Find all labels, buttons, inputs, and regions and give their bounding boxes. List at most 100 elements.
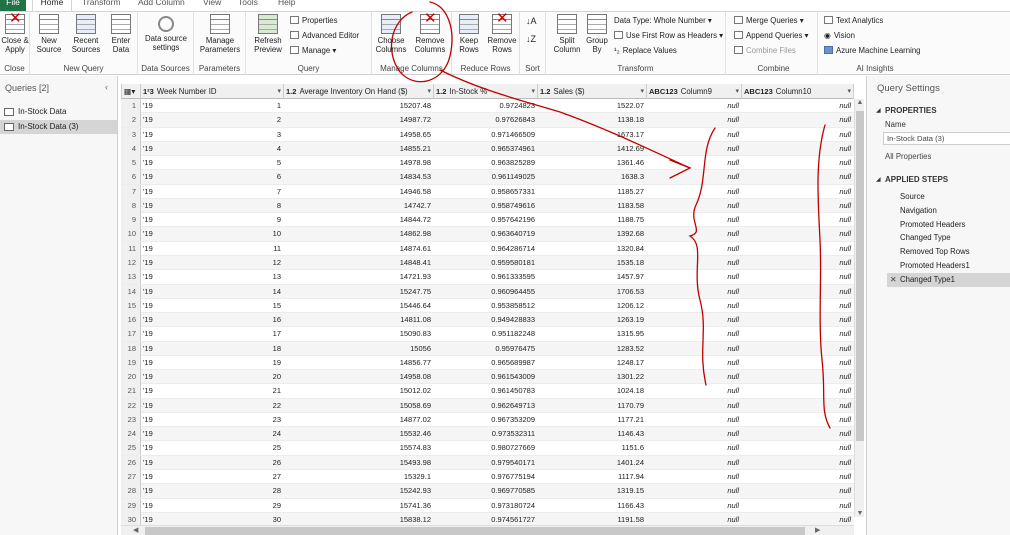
table-row[interactable]: 1'19 1 15207.48 0.9724823 1522.07 null null <box>121 99 854 114</box>
row-number[interactable]: 5 <box>121 156 141 171</box>
tab-help[interactable]: Help <box>278 0 295 11</box>
table-row[interactable]: 6'19 6 14834.53 0.961149025 1638.3 null null <box>121 170 854 185</box>
table-cell[interactable]: 0.965689987 <box>434 356 538 370</box>
table-cell[interactable]: 25 <box>166 441 284 455</box>
table-cell[interactable]: null <box>647 128 742 142</box>
table-cell[interactable]: 14978.98 <box>284 156 434 170</box>
append-queries-dropdown[interactable]: Append Queries ▾ <box>734 31 808 41</box>
table-cell[interactable]: 15090.83 <box>284 327 434 341</box>
data-source-settings-button[interactable]: Data source settings <box>142 14 190 52</box>
applied-step[interactable]: Promoted Headers <box>887 218 1010 232</box>
sort-descending-icon[interactable]: ↓Z <box>526 34 536 44</box>
row-number[interactable]: 11 <box>121 241 141 256</box>
applied-step[interactable]: ✕ Changed Type1 <box>887 272 1010 287</box>
table-cell[interactable]: '19 <box>142 113 166 127</box>
table-cell[interactable]: '19 <box>142 356 166 370</box>
table-cell[interactable]: null <box>647 142 742 156</box>
row-number[interactable]: 12 <box>121 255 141 270</box>
table-cell[interactable]: null <box>742 156 854 170</box>
table-cell[interactable]: 8 <box>166 199 284 213</box>
row-number[interactable]: 19 <box>121 355 141 370</box>
scroll-down-icon[interactable]: ▼ <box>855 510 865 517</box>
table-cell[interactable]: '19 <box>142 285 166 299</box>
table-cell[interactable]: 14834.53 <box>284 170 434 184</box>
table-row[interactable]: 27'19 27 15329.1 0.976775194 1117.94 null null <box>121 470 854 485</box>
row-number[interactable]: 29 <box>121 498 141 513</box>
table-row[interactable]: 12'19 12 14848.41 0.959580181 1535.18 null nul… <box>121 255 854 271</box>
column-type-icon[interactable]: ABC123 <box>649 87 678 96</box>
table-cell[interactable]: 1412.69 <box>538 142 647 156</box>
row-number[interactable]: 22 <box>121 398 141 413</box>
row-number[interactable]: 10 <box>121 227 141 242</box>
table-cell[interactable]: 0.971466509 <box>434 128 538 142</box>
column-header[interactable]: 1.2 Average Inventory On Hand ($) ▾ <box>284 84 434 99</box>
refresh-preview-button[interactable]: Refresh Preview <box>250 14 286 54</box>
row-number[interactable]: 15 <box>121 298 141 313</box>
combine-files-button[interactable]: Combine Files <box>734 46 796 56</box>
table-cell[interactable]: null <box>742 470 854 484</box>
table-cell[interactable]: 1024.18 <box>538 384 647 398</box>
table-cell[interactable]: 0.976775194 <box>434 470 538 484</box>
table-cell[interactable]: 0.979540171 <box>434 456 538 470</box>
scrollbar-thumb[interactable] <box>145 527 805 535</box>
tab-transform[interactable]: Transform <box>82 0 120 11</box>
query-item[interactable]: In-Stock Data <box>0 105 117 119</box>
table-cell[interactable]: '19 <box>142 370 166 384</box>
table-cell[interactable]: 14856.77 <box>284 356 434 370</box>
row-number[interactable]: 20 <box>121 370 141 385</box>
table-cell[interactable]: '19 <box>142 142 166 156</box>
table-cell[interactable]: null <box>742 285 854 299</box>
table-cell[interactable]: 14844.72 <box>284 213 434 227</box>
column-header[interactable]: 1.2 In-Stock % ▾ <box>434 84 538 99</box>
table-cell[interactable]: 0.958657331 <box>434 185 538 199</box>
table-cell[interactable]: 20 <box>166 370 284 384</box>
table-cell[interactable]: 0.951182248 <box>434 327 538 341</box>
tab-home[interactable]: Home <box>32 0 72 11</box>
table-cell[interactable]: null <box>742 370 854 384</box>
table-cell[interactable]: '19 <box>142 441 166 455</box>
table-cell[interactable]: 0.969770585 <box>434 484 538 498</box>
table-cell[interactable]: 15574.83 <box>284 441 434 455</box>
table-cell[interactable]: 0.959580181 <box>434 256 538 270</box>
table-cell[interactable]: null <box>742 113 854 127</box>
table-cell[interactable]: 1638.3 <box>538 170 647 184</box>
row-number[interactable]: 2 <box>121 113 141 128</box>
table-cell[interactable]: '19 <box>142 213 166 227</box>
table-row[interactable]: 26'19 26 15493.98 0.979540171 1401.24 null nul… <box>121 455 854 471</box>
table-row[interactable]: 16'19 16 14811.08 0.949428833 1263.19 null nul… <box>121 313 854 328</box>
table-cell[interactable]: null <box>742 313 854 327</box>
table-cell[interactable]: 0.973532311 <box>434 427 538 441</box>
table-cell[interactable]: 1535.18 <box>538 256 647 270</box>
table-cell[interactable]: null <box>647 156 742 170</box>
table-cell[interactable]: 1177.21 <box>538 413 647 427</box>
query-item-selected[interactable]: In-Stock Data (3) <box>0 120 117 134</box>
close-apply-button[interactable]: ✕ Close & Apply <box>1 11 29 54</box>
table-cell[interactable]: 17 <box>166 327 284 341</box>
table-row[interactable]: 23'19 23 14877.02 0.967353209 1177.21 null nul… <box>121 412 854 428</box>
table-cell[interactable]: null <box>742 99 854 113</box>
table-cell[interactable]: 1673.17 <box>538 128 647 142</box>
recent-sources-button[interactable]: Recent Sources <box>68 14 104 54</box>
table-cell[interactable]: 14958.08 <box>284 370 434 384</box>
table-cell[interactable]: 26 <box>166 456 284 470</box>
table-row[interactable]: 15'19 15 15446.64 0.953858512 1206.12 null nul… <box>121 298 854 314</box>
table-cell[interactable]: 0.961149025 <box>434 170 538 184</box>
table-cell[interactable]: null <box>647 456 742 470</box>
table-cell[interactable]: null <box>647 441 742 455</box>
table-cell[interactable]: 1166.43 <box>538 499 647 513</box>
group-by-button[interactable]: Group By <box>584 14 610 54</box>
table-row[interactable]: 14'19 14 15247.75 0.960964455 1706.53 null nul… <box>121 284 854 299</box>
table-cell[interactable]: 0.960964455 <box>434 285 538 299</box>
table-cell[interactable]: '19 <box>142 499 166 513</box>
table-cell[interactable]: 0.963640719 <box>434 227 538 241</box>
table-cell[interactable]: 14987.72 <box>284 113 434 127</box>
query-name-input[interactable]: In-Stock Data (3) <box>883 132 1010 145</box>
table-cell[interactable]: 15446.64 <box>284 299 434 313</box>
table-cell[interactable]: 1457.97 <box>538 270 647 284</box>
table-cell[interactable]: '19 <box>142 470 166 484</box>
table-cell[interactable]: null <box>742 342 854 356</box>
table-cell[interactable]: 0.9724823 <box>434 99 538 113</box>
table-cell[interactable]: '19 <box>142 128 166 142</box>
table-menu-button[interactable]: ▦▾ <box>121 84 141 99</box>
table-cell[interactable]: null <box>742 128 854 142</box>
